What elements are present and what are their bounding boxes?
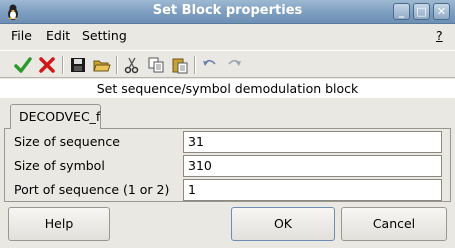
- cross-icon[interactable]: [37, 55, 57, 75]
- field-row: Size of sequence 31: [14, 131, 444, 153]
- paste-icon[interactable]: [170, 55, 190, 75]
- copy-icon[interactable]: [146, 55, 166, 75]
- toolbar-separator: [194, 56, 196, 74]
- menu-setting[interactable]: Setting: [82, 28, 127, 43]
- menu-help[interactable]: ?: [436, 28, 443, 43]
- toolbar-separator: [62, 56, 64, 74]
- minimize-button[interactable]: _: [393, 3, 410, 20]
- toolbar: [0, 50, 455, 78]
- block-description: Set sequence/symbol demodulation block: [0, 79, 455, 98]
- close-button[interactable]: ✕: [433, 3, 450, 20]
- help-button[interactable]: Help: [8, 207, 110, 241]
- maximize-button[interactable]: □: [413, 3, 430, 20]
- redo-icon[interactable]: [224, 55, 244, 75]
- size-of-symbol-label: Size of symbol: [14, 158, 105, 173]
- size-of-sequence-label: Size of sequence: [14, 134, 120, 149]
- port-of-sequence-input[interactable]: 1: [183, 179, 442, 201]
- save-icon[interactable]: [68, 55, 88, 75]
- size-of-symbol-input[interactable]: 310: [183, 155, 442, 177]
- cancel-button[interactable]: Cancel: [341, 207, 447, 241]
- menu-file[interactable]: File: [11, 28, 32, 43]
- title-bar[interactable]: Set Block properties _ □ ✕: [0, 0, 455, 24]
- window-title: Set Block properties: [152, 3, 303, 18]
- cut-icon[interactable]: [122, 55, 142, 75]
- size-of-sequence-input[interactable]: 31: [183, 131, 442, 153]
- port-of-sequence-label: Port of sequence (1 or 2): [14, 182, 170, 197]
- tab-decodvec-f[interactable]: DECODVEC_f: [10, 104, 101, 129]
- menu-bar: File Edit Setting ?: [0, 24, 455, 48]
- toolbar-separator: [116, 56, 118, 74]
- field-row: Size of symbol 310: [14, 155, 444, 177]
- field-row: Port of sequence (1 or 2) 1: [14, 179, 444, 201]
- menu-edit[interactable]: Edit: [46, 28, 70, 43]
- open-folder-icon[interactable]: [92, 55, 112, 75]
- parameters-panel: Size of sequence 31 Size of symbol 310 P…: [4, 128, 451, 202]
- undo-icon[interactable]: [200, 55, 220, 75]
- check-icon[interactable]: [13, 55, 33, 75]
- ok-button[interactable]: OK: [231, 207, 335, 241]
